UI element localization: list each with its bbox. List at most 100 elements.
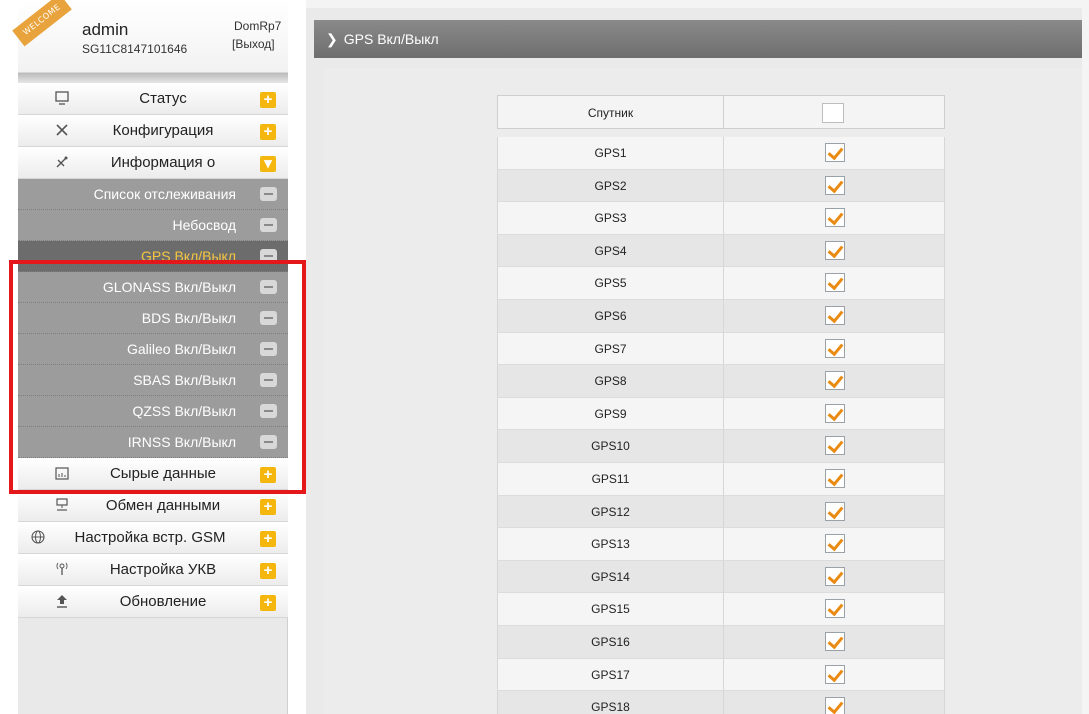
menu-item-config[interactable]: Конфигурация + — [18, 115, 288, 147]
submenu-item-irnss[interactable]: IRNSS Вкл/Выкл — [18, 427, 288, 458]
submenu-item-tracking[interactable]: Список отслеживания — [18, 179, 288, 210]
satellite-enabled-checkbox[interactable] — [825, 338, 845, 358]
expand-plus-icon[interactable]: + — [260, 92, 276, 108]
menu-item-info[interactable]: Информация о ▾ — [18, 147, 288, 179]
submenu-item-label: SBAS Вкл/Выкл — [133, 372, 236, 388]
satellite-table: Спутник GPS1 GPS2 GPS3 GPS4 GPS5 GPS6 GPS7 GPS8… — [497, 95, 945, 714]
main-area: ❯ GPS Вкл/Выкл Спутник GPS1 GPS2 GPS3 GPS4 GP… — [306, 0, 1089, 714]
satellite-toggle-cell — [724, 626, 944, 658]
expand-plus-icon[interactable]: + — [260, 467, 276, 483]
table-row: GPS16 — [497, 625, 945, 659]
column-header-toggle — [724, 96, 944, 128]
satellite-name: GPS17 — [498, 658, 724, 691]
satellite-enabled-checkbox[interactable] — [825, 305, 845, 325]
table-row: GPS3 — [497, 202, 945, 235]
menu-item-raw-data[interactable]: Сырые данные + — [18, 458, 288, 490]
satellite-enabled-checkbox[interactable] — [825, 697, 845, 714]
minus-icon — [260, 218, 277, 232]
satellite-enabled-checkbox[interactable] — [825, 631, 845, 651]
satellite-enabled-checkbox[interactable] — [825, 599, 845, 619]
minus-icon — [260, 435, 277, 449]
satellite-toggle-cell — [724, 659, 944, 691]
satellite-enabled-checkbox[interactable] — [825, 403, 845, 423]
submenu-item-label: Galileo Вкл/Выкл — [127, 341, 236, 357]
satellite-name: GPS18 — [498, 691, 724, 714]
antenna-icon — [54, 561, 70, 577]
minus-icon — [260, 311, 277, 325]
satellite-name: GPS16 — [498, 625, 724, 658]
satellite-enabled-checkbox[interactable] — [825, 664, 845, 684]
menu-item-data-exchange[interactable]: Обмен данными + — [18, 490, 288, 522]
satellite-toggle-cell — [724, 496, 944, 528]
menu-item-label: Настройка УКВ — [109, 561, 217, 578]
menu-item-label: Обмен данными — [105, 497, 221, 514]
submenu-item-label: Небосвод — [172, 217, 236, 233]
sidebar: WELCOME admin SG11C8147101646 DomRp7 [Вы… — [12, 0, 288, 714]
menu-item-update[interactable]: Обновление + — [18, 586, 288, 618]
satellite-enabled-checkbox[interactable] — [825, 436, 845, 456]
expand-plus-icon[interactable]: + — [260, 563, 276, 579]
select-all-checkbox[interactable] — [822, 103, 844, 123]
chevron-right-icon: ❯ — [326, 31, 338, 47]
upload-icon — [54, 593, 70, 609]
logout-link[interactable]: [Выход] — [232, 37, 275, 51]
satellite-name: GPS14 — [498, 560, 724, 593]
satellite-enabled-checkbox[interactable] — [825, 143, 845, 162]
satellite-name: GPS6 — [498, 299, 724, 332]
satellite-toggle-cell — [724, 267, 944, 299]
satellite-toggle-cell — [724, 463, 944, 495]
menu-item-gsm[interactable]: Настройка встр. GSM + — [18, 522, 288, 554]
submenu-item-sky[interactable]: Небосвод — [18, 210, 288, 241]
menu-item-status[interactable]: Статус + — [18, 83, 288, 115]
satellite-enabled-checkbox[interactable] — [825, 175, 845, 195]
table-row: GPS7 — [497, 332, 945, 366]
expand-plus-icon[interactable]: + — [260, 531, 276, 547]
submenu-item-qzss[interactable]: QZSS Вкл/Выкл — [18, 396, 288, 427]
satellite-name: GPS9 — [498, 397, 724, 430]
sidebar-divider — [18, 73, 288, 83]
table-row: GPS1 — [497, 137, 945, 170]
satellite-toggle-cell — [724, 300, 944, 332]
table-row: GPS18 — [497, 691, 945, 714]
table-row: GPS4 — [497, 234, 945, 268]
page-edge — [1082, 0, 1089, 714]
table-row: GPS17 — [497, 658, 945, 692]
satellite-name: GPS4 — [498, 234, 724, 267]
expand-plus-icon[interactable]: + — [260, 595, 276, 611]
satellite-toggle-cell — [724, 561, 944, 593]
table-row: GPS6 — [497, 299, 945, 333]
table-row: GPS10 — [497, 430, 945, 463]
submenu-item-label: GPS Вкл/Выкл — [141, 248, 236, 264]
satellite-name: GPS3 — [498, 202, 724, 234]
satellite-enabled-checkbox[interactable] — [825, 566, 845, 586]
satellite-enabled-checkbox[interactable] — [825, 273, 845, 293]
submenu-item-bds[interactable]: BDS Вкл/Выкл — [18, 303, 288, 334]
satellite-enabled-checkbox[interactable] — [825, 240, 845, 260]
collapse-down-icon[interactable]: ▾ — [260, 156, 276, 172]
menu-item-label: Информация о — [110, 154, 216, 171]
submenu-item-label: BDS Вкл/Выкл — [141, 310, 236, 326]
sidebar-menu: Статус + Конфигурация + Информация о ▾ С… — [18, 83, 288, 618]
welcome-badge: WELCOME — [12, 0, 72, 47]
satellite-enabled-checkbox[interactable] — [825, 371, 845, 391]
table-row: GPS13 — [497, 528, 945, 561]
submenu-item-sbas[interactable]: SBAS Вкл/Выкл — [18, 365, 288, 396]
satellite-name: GPS10 — [498, 430, 724, 462]
column-header-satellite: Спутник — [498, 96, 724, 128]
satellite-enabled-checkbox[interactable] — [825, 501, 845, 521]
satellite-enabled-checkbox[interactable] — [825, 208, 845, 228]
expand-plus-icon[interactable]: + — [260, 124, 276, 140]
satellite-enabled-checkbox[interactable] — [825, 468, 845, 488]
submenu-item-galileo[interactable]: Galileo Вкл/Выкл — [18, 334, 288, 365]
expand-plus-icon[interactable]: + — [260, 499, 276, 515]
satellite-name: GPS2 — [498, 169, 724, 202]
satellite-name: GPS1 — [498, 137, 724, 169]
menu-item-ukv[interactable]: Настройка УКВ + — [18, 554, 288, 586]
submenu-item-glonass[interactable]: GLONASS Вкл/Выкл — [18, 272, 288, 303]
submenu-item-gps[interactable]: GPS Вкл/Выкл — [18, 241, 288, 272]
table-row: GPS11 — [497, 462, 945, 496]
table-row: GPS2 — [497, 169, 945, 203]
satellite-toggle-cell — [724, 235, 944, 267]
top-strip — [306, 0, 1089, 8]
satellite-enabled-checkbox[interactable] — [825, 534, 845, 554]
